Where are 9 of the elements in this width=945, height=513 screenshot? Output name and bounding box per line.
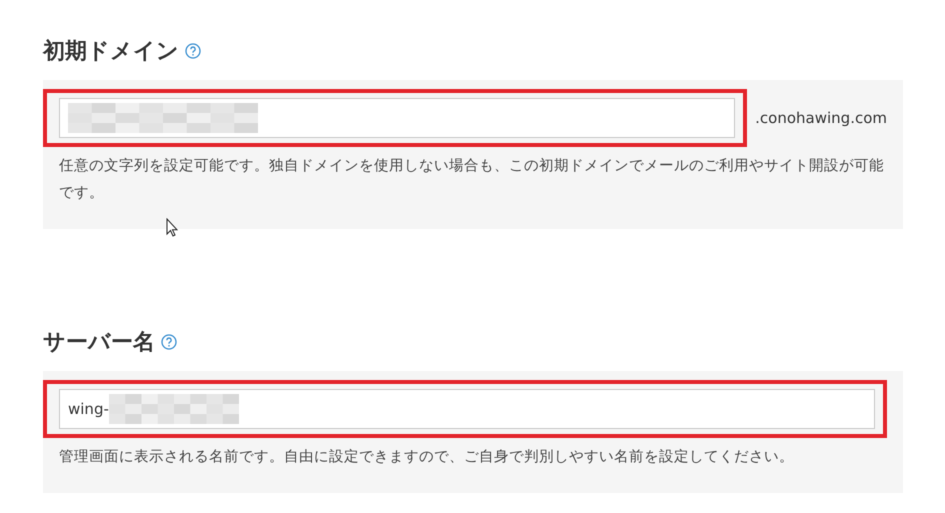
help-text: 管理画面に表示される名前です。自由に設定できますので、ご自身で判別しやすい名前を設定してください。 — [59, 448, 795, 467]
input-field[interactable] — [59, 98, 736, 138]
help-icon[interactable] — [185, 43, 201, 59]
domain-suffix: .conohawing.com — [755, 109, 887, 127]
section-heading: 初期ドメイン — [43, 38, 179, 66]
section-heading: サーバー名 — [43, 329, 155, 357]
input-field[interactable]: wing- — [59, 389, 875, 429]
help-text: 任意の文字列を設定可能です。独自ドメインを使用しない場合も、この初期ドメインでメールのご利用やサイト開設が可能です。 — [59, 156, 885, 203]
help-icon[interactable] — [161, 334, 177, 350]
